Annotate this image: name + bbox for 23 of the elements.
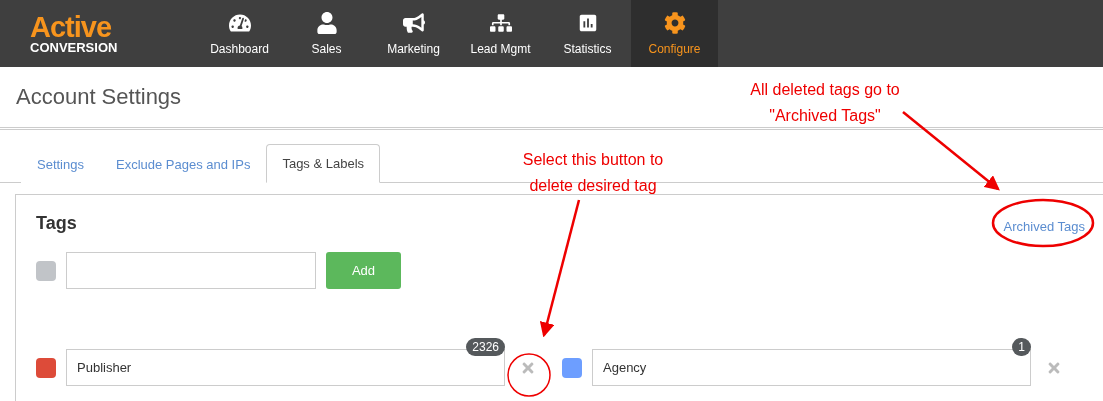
nav-item[interactable]: Configure: [631, 0, 718, 67]
nav-item[interactable]: Marketing: [370, 0, 457, 67]
logo: Active CONVERSION: [30, 10, 119, 57]
panel-title: Tags: [36, 213, 77, 234]
tab[interactable]: Tags & Labels: [266, 144, 381, 183]
annotation-text: All deleted tags go to "Archived Tags": [749, 80, 901, 126]
user-icon: [315, 11, 338, 34]
count-badge: 2326: [466, 338, 505, 356]
annotation-text: Select this button to delete desired tag: [521, 150, 665, 196]
nav-item[interactable]: Lead Mgmt: [457, 0, 544, 67]
color-swatch[interactable]: [36, 260, 56, 281]
hierarchy-icon: [489, 11, 512, 34]
nav-item[interactable]: Dashboard: [196, 0, 283, 67]
tag-name-input[interactable]: [66, 252, 316, 289]
nav-item[interactable]: Sales: [283, 0, 370, 67]
count-badge: 1: [1012, 338, 1031, 356]
megaphone-icon: [402, 11, 425, 34]
nav-item[interactable]: Statistics: [544, 0, 631, 67]
gear-icon: [663, 11, 686, 34]
archived-tags-link[interactable]: Archived Tags: [1003, 219, 1085, 234]
color-swatch[interactable]: [36, 357, 56, 378]
highlight-circle: [507, 353, 551, 397]
color-swatch[interactable]: [562, 357, 582, 378]
